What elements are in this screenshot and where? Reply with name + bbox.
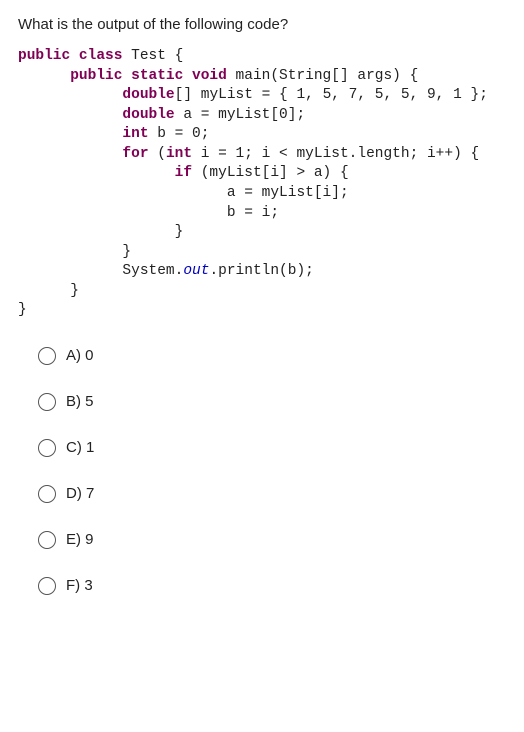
code-keyword: public class	[18, 48, 122, 64]
option-label: F) 3	[66, 577, 93, 594]
code-static-field: out	[183, 263, 209, 279]
code-text: b = 0;	[149, 126, 210, 142]
answer-options: A) 0 B) 5 C) 1 D) 7 E) 9 F) 3	[18, 347, 506, 595]
code-text: System.	[18, 263, 183, 279]
code-keyword: public static void	[18, 68, 227, 84]
code-text: (myList[i] > a) {	[192, 165, 349, 181]
option-label: E) 9	[66, 531, 94, 548]
code-text: }	[18, 283, 79, 299]
radio-icon	[38, 531, 56, 549]
code-text: main(String[] args) {	[227, 68, 418, 84]
radio-icon	[38, 393, 56, 411]
code-keyword: for	[18, 146, 149, 162]
code-text: a = myList[i];	[18, 185, 349, 201]
code-keyword: double	[18, 87, 175, 103]
option-label: A) 0	[66, 347, 94, 364]
code-text: }	[18, 302, 27, 318]
code-text: }	[18, 224, 183, 240]
code-text: a = myList[0];	[175, 107, 306, 123]
code-keyword: double	[18, 107, 175, 123]
option-label: B) 5	[66, 393, 94, 410]
option-label: D) 7	[66, 485, 94, 502]
code-text: }	[18, 244, 131, 260]
question-prompt: What is the output of the following code…	[18, 16, 506, 33]
code-text: [] myList = { 1, 5, 7, 5, 5, 9, 1 };	[175, 87, 488, 103]
code-text: Test {	[122, 48, 183, 64]
radio-icon	[38, 347, 56, 365]
code-keyword: if	[18, 165, 192, 181]
option-a[interactable]: A) 0	[38, 347, 506, 365]
code-snippet: public class Test { public static void m…	[18, 47, 506, 321]
code-text: .println(b);	[209, 263, 313, 279]
option-f[interactable]: F) 3	[38, 577, 506, 595]
code-keyword: int	[18, 126, 149, 142]
option-d[interactable]: D) 7	[38, 485, 506, 503]
option-c[interactable]: C) 1	[38, 439, 506, 457]
code-text: b = i;	[18, 205, 279, 221]
radio-icon	[38, 439, 56, 457]
option-b[interactable]: B) 5	[38, 393, 506, 411]
radio-icon	[38, 485, 56, 503]
code-keyword: int	[166, 146, 192, 162]
code-text: i = 1; i < myList.length; i++) {	[192, 146, 479, 162]
option-e[interactable]: E) 9	[38, 531, 506, 549]
radio-icon	[38, 577, 56, 595]
code-text: (	[149, 146, 166, 162]
option-label: C) 1	[66, 439, 94, 456]
